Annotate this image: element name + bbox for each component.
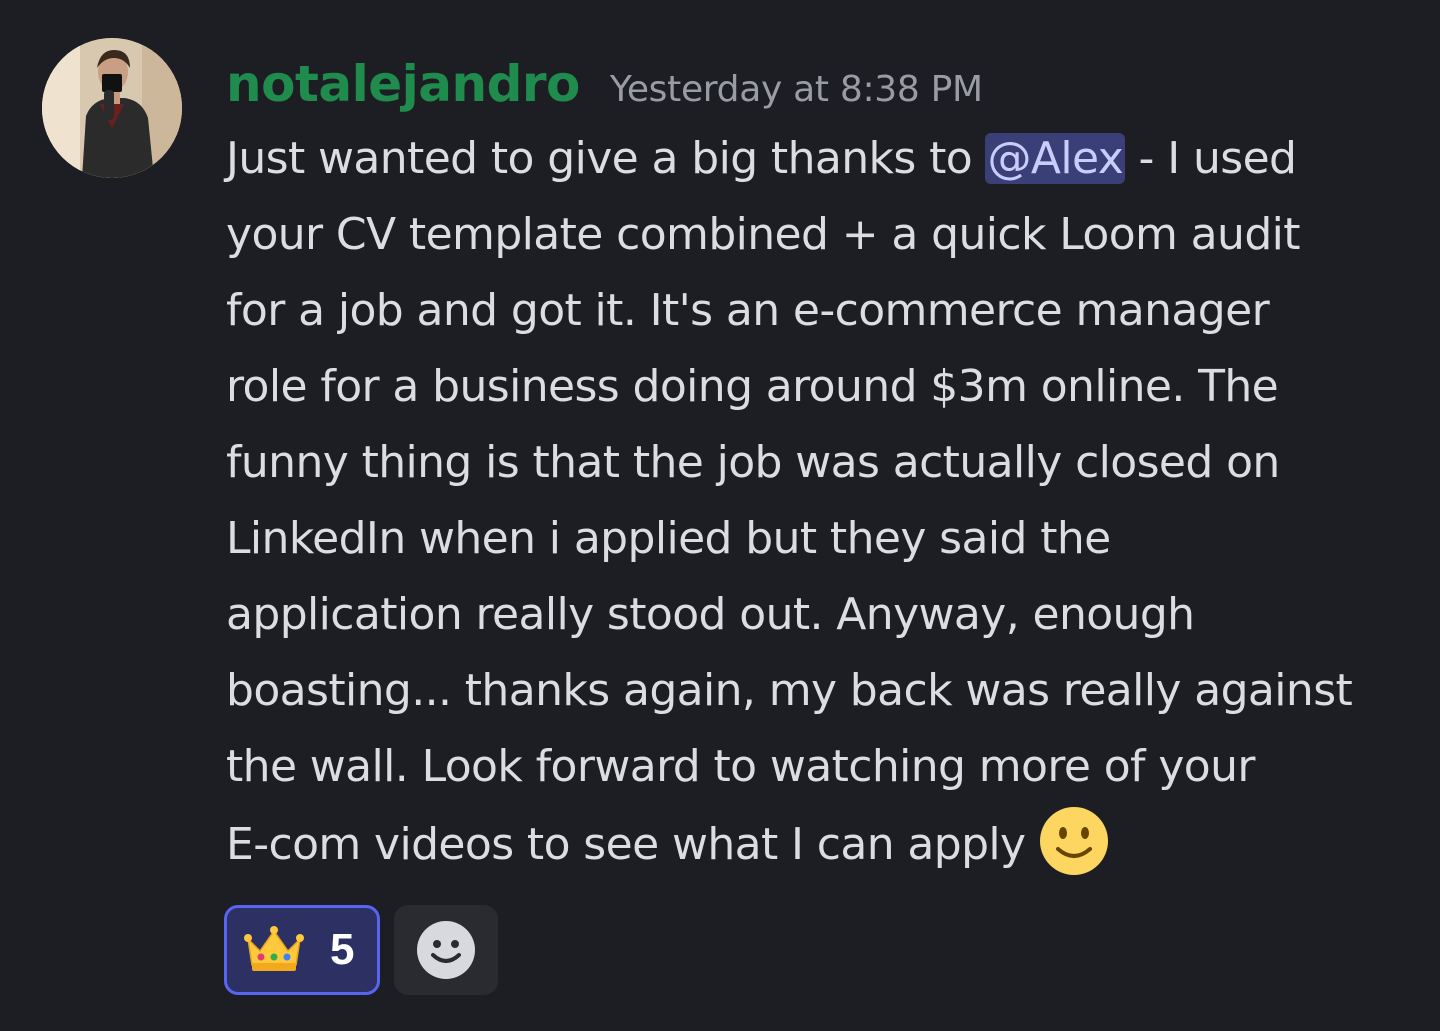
avatar-photo-icon (42, 38, 182, 178)
message-line: funny thing is that the job was actually… (226, 437, 1280, 488)
message-text: Just wanted to give a big thanks to (226, 133, 986, 184)
message-line: your CV template combined + a quick Loom… (226, 209, 1301, 260)
crown-icon (244, 925, 304, 975)
reaction-count: 5 (330, 925, 355, 974)
chat-message: notalejandro Yesterday at 8:38 PM Just w… (0, 0, 1440, 1031)
user-avatar[interactable] (42, 38, 182, 178)
message-line: application really stood out. Anyway, en… (226, 589, 1195, 640)
timestamp: Yesterday at 8:38 PM (609, 69, 983, 110)
reaction-crown[interactable]: 5 (224, 905, 380, 995)
reactions-bar: 5 (224, 905, 498, 995)
message-line: role for a business doing around $3m onl… (226, 361, 1279, 412)
add-reaction-button[interactable] (394, 905, 498, 995)
slightly-smiling-face-icon (1038, 805, 1110, 877)
message-line: boasting... thanks again, my back was re… (226, 665, 1353, 716)
message-line: for a job and got it. It's an e-commerce… (226, 285, 1270, 336)
message-line: Just wanted to give a big thanks to @Ale… (226, 121, 1416, 197)
username[interactable]: notalejandro (226, 55, 580, 113)
message-line: the wall. Look forward to watching more … (226, 741, 1255, 792)
message-content: Just wanted to give a big thanks to @Ale… (226, 121, 1416, 881)
message-line: LinkedIn when i applied but they said th… (226, 513, 1111, 564)
message-text: E-com videos to see what I can apply (226, 819, 1026, 870)
message-line: E-com videos to see what I can apply (226, 805, 1416, 881)
user-mention[interactable]: @Alex (985, 133, 1126, 184)
add-reaction-smile-icon (417, 921, 475, 979)
message-text: - I used (1125, 133, 1297, 184)
message-header: notalejandro Yesterday at 8:38 PM (226, 55, 983, 115)
